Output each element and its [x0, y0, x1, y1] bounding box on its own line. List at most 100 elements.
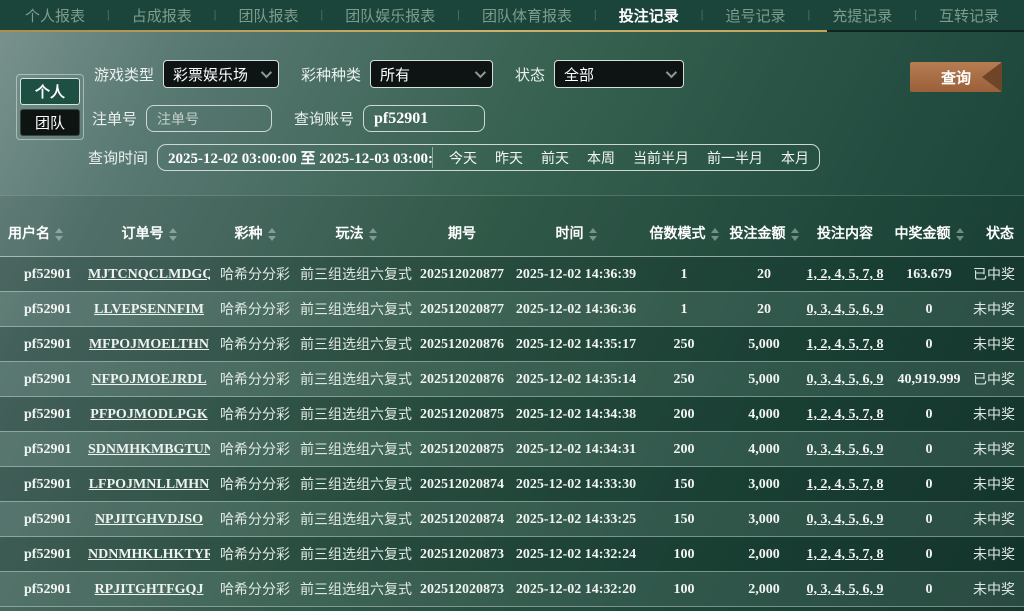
tab-chase-records[interactable]: 追号记录: [725, 5, 785, 26]
search-button[interactable]: 查询: [910, 62, 1002, 92]
col-issue: 期号: [448, 224, 476, 241]
order-no-input[interactable]: [146, 105, 273, 132]
cell-bet-amount: 4,000: [748, 441, 780, 457]
status-badge: 未中奖: [973, 300, 1015, 317]
cell-time: 2025-12-02 14:32:24: [515, 546, 637, 562]
bet-content-link[interactable]: 0, 3, 4, 5, 6, 9: [807, 302, 884, 317]
sort-icon[interactable]: [55, 227, 63, 241]
tab-team-entertainment-report[interactable]: 团队娱乐报表: [345, 5, 435, 26]
tab-transfer-records[interactable]: 互转记录: [939, 5, 999, 26]
cell-issue: 202512020873: [420, 581, 504, 597]
cell-lottery: 哈希分分彩: [220, 370, 290, 387]
table-row: pf52901 MFPOJMOELTHN 哈希分分彩 前三组选组六复式 2025…: [0, 326, 1024, 361]
order-id-link[interactable]: NDNMHKLHKTYR: [88, 547, 210, 562]
tab-deposit-withdraw-records[interactable]: 充提记录: [832, 5, 892, 26]
bet-content-link[interactable]: 0, 3, 4, 5, 6, 9: [807, 372, 884, 387]
bet-content-link[interactable]: 1, 2, 4, 5, 7, 8: [807, 407, 884, 422]
time-range-input[interactable]: 2025-12-02 03:00:00 至 2025-12-03 03:00:0…: [168, 147, 434, 168]
records-table-section: 用户名 订单号 彩种 玩法 期号 时间 倍数模式 投注金额 投注内容 中奖金额 …: [0, 195, 1024, 611]
col-bet-amount[interactable]: 投注金额: [728, 196, 800, 256]
game-type-label: 游戏类型: [94, 66, 155, 84]
order-id-link[interactable]: PFPOJMODLPGK: [90, 407, 207, 422]
cell-multiple-mode: 150: [673, 511, 695, 527]
bet-content-link[interactable]: 1, 2, 4, 5, 7, 8: [807, 547, 884, 562]
game-type-select[interactable]: 彩票娱乐场: [163, 60, 280, 88]
filter-row-selects: 游戏类型 彩票娱乐场 彩种种类 所有 状态 全部: [94, 60, 685, 88]
col-play[interactable]: 玩法: [300, 196, 412, 256]
table-header-row: 用户名 订单号 彩种 玩法 期号 时间 倍数模式 投注金额 投注内容 中奖金额 …: [0, 196, 1024, 256]
cell-username: pf52901: [24, 511, 72, 527]
cell-username: pf52901: [24, 371, 72, 387]
bet-content-link[interactable]: 1, 2, 4, 5, 7, 8: [807, 267, 884, 282]
tab-personal-report[interactable]: 个人报表: [25, 5, 85, 26]
order-id-link[interactable]: NFPOJMOEJRDL: [91, 372, 206, 387]
tab-team-sports-report[interactable]: 团队体育报表: [482, 5, 572, 26]
quick-range-day-before[interactable]: 前天: [541, 148, 569, 168]
sort-icon[interactable]: [168, 227, 177, 241]
bet-content-link[interactable]: 0, 3, 4, 5, 6, 9: [807, 442, 884, 457]
quick-range-today[interactable]: 今天: [449, 148, 477, 168]
bet-content-link[interactable]: 1, 2, 4, 5, 7, 8: [807, 337, 884, 352]
col-multiple-mode[interactable]: 倍数模式: [640, 196, 728, 256]
cell-bet-amount: 20: [757, 301, 771, 317]
tab-share-report[interactable]: 占成报表: [132, 5, 192, 26]
table-row: pf52901 PFPOJMODLPGK 哈希分分彩 前三组选组六复式 2025…: [0, 396, 1024, 431]
order-id-link[interactable]: LLVEPSENNFIM: [94, 302, 204, 317]
cell-win-amount: 0: [925, 336, 933, 352]
col-time[interactable]: 时间: [512, 196, 640, 256]
order-id-link[interactable]: NPJITGHVDJSO: [95, 512, 203, 527]
sort-icon[interactable]: [588, 227, 597, 241]
col-order-id[interactable]: 订单号: [88, 196, 210, 256]
bet-content-link[interactable]: 1, 2, 4, 5, 7, 8: [807, 477, 884, 492]
tab-team-report[interactable]: 团队报表: [238, 5, 298, 26]
cell-time: 2025-12-02 14:32:20: [515, 581, 637, 597]
cell-issue: 202512020875: [420, 441, 504, 457]
sort-icon[interactable]: [790, 227, 799, 241]
cell-win-amount: 40,919.999: [897, 371, 961, 387]
search-button-label: 查询: [940, 69, 971, 87]
cell-time: 2025-12-02 14:34:38: [515, 406, 637, 422]
nav-divider: |: [593, 9, 597, 21]
cell-time: 2025-12-02 14:35:17: [515, 336, 637, 352]
cell-bet-amount: 20: [757, 266, 771, 282]
order-id-link[interactable]: RPJITGHTFGQJ: [95, 582, 204, 597]
quick-range-this-month[interactable]: 本月: [781, 148, 809, 168]
quick-range-current-half-month[interactable]: 当前半月: [633, 148, 689, 168]
order-id-link[interactable]: MFPOJMOELTHN: [89, 337, 209, 352]
sort-icon[interactable]: [955, 227, 964, 241]
sort-icon[interactable]: [267, 227, 276, 241]
cell-multiple-mode: 150: [673, 476, 695, 492]
status-select[interactable]: 全部: [554, 60, 685, 88]
order-id-link[interactable]: MJTCNQCLMDGQ: [88, 267, 210, 282]
order-id-link[interactable]: SDNMHKMBGTUN: [88, 442, 210, 457]
chevron-down-icon: [260, 66, 273, 79]
account-input[interactable]: [363, 105, 486, 132]
quick-range-links: 今天 昨天 前天 本周 当前半月 前一半月 本月: [433, 148, 809, 168]
order-id-link[interactable]: LFPOJMNLLMHN: [89, 477, 210, 492]
quick-range-yesterday[interactable]: 昨天: [495, 148, 523, 168]
scope-team-button[interactable]: 团队: [20, 109, 80, 136]
bet-content-link[interactable]: 0, 3, 4, 5, 6, 9: [807, 512, 884, 527]
filter-row-inputs: 注单号 查询账号: [92, 105, 486, 132]
tab-betting-records[interactable]: 投注记录: [619, 5, 679, 26]
status-badge: 未中奖: [973, 510, 1015, 527]
cell-issue: 202512020876: [420, 371, 504, 387]
scope-personal-button[interactable]: 个人: [20, 78, 80, 105]
col-lottery[interactable]: 彩种: [210, 196, 300, 256]
account-label: 查询账号: [294, 111, 355, 128]
sort-icon[interactable]: [368, 227, 377, 241]
col-username[interactable]: 用户名: [0, 196, 88, 256]
status-badge: 未中奖: [973, 475, 1015, 492]
cell-play: 前三组选组六复式: [300, 440, 412, 457]
lottery-kind-select[interactable]: 所有: [370, 60, 494, 88]
cell-multiple-mode: 200: [673, 441, 695, 457]
quick-range-this-week[interactable]: 本周: [587, 148, 615, 168]
sort-icon[interactable]: [710, 227, 719, 241]
filter-panel: 个人 团队 游戏类型 彩票娱乐场 彩种种类 所有 状态 全部 查询 注单号 注单…: [0, 32, 1024, 195]
quick-range-previous-half-month[interactable]: 前一半月: [707, 148, 763, 168]
col-win-amount[interactable]: 中奖金额: [890, 196, 968, 256]
cell-lottery: 哈希分分彩: [220, 580, 290, 597]
cell-lottery: 哈希分分彩: [220, 405, 290, 422]
bet-content-link[interactable]: 0, 3, 4, 5, 6, 9: [807, 582, 884, 597]
cell-lottery: 哈希分分彩: [220, 545, 290, 562]
